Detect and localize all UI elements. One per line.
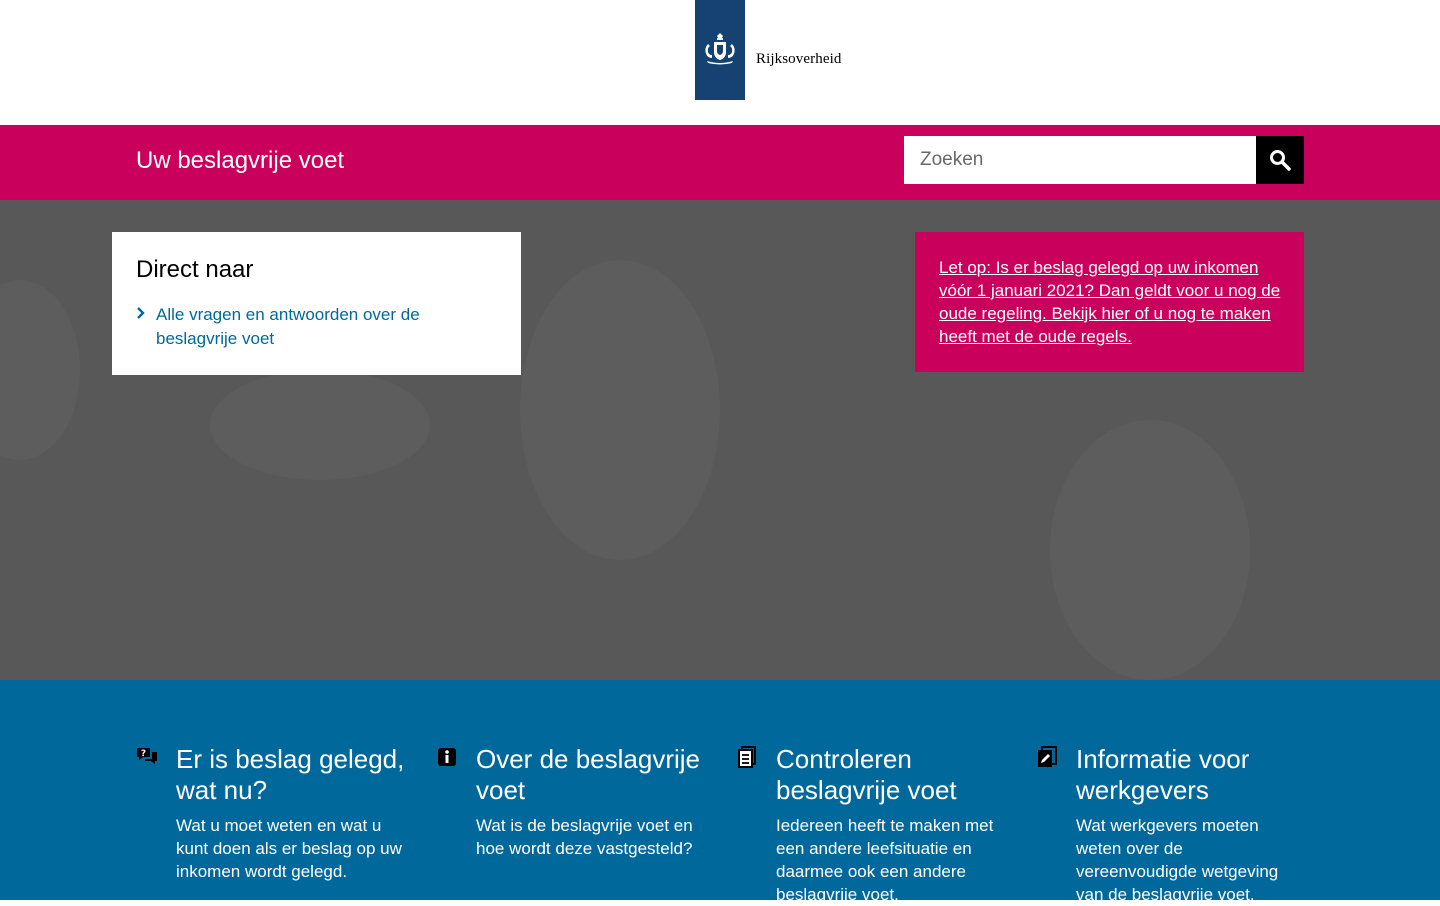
svg-text:?: ? — [141, 749, 146, 759]
search-form — [904, 136, 1304, 184]
hero-texture — [210, 370, 430, 480]
chat-question-icon: ? — [136, 746, 158, 768]
old-rules-notice-link[interactable]: Let op: Is er beslag gelegd op uw inkome… — [939, 258, 1280, 346]
topic-description: Iedereen heeft te maken met een andere l… — [776, 816, 994, 904]
hero-texture — [0, 280, 80, 460]
site-header: Uw beslagvrije voet — [0, 125, 1440, 200]
chevron-right-icon — [136, 303, 156, 325]
hero-texture — [520, 260, 720, 560]
search-icon — [1270, 150, 1291, 171]
edit-document-icon — [1036, 746, 1058, 768]
topic-title[interactable]: Over de beslagvrije voet — [476, 744, 716, 806]
topic-title[interactable]: Er is beslag gelegd, wat nu? — [176, 744, 416, 806]
topic-title[interactable]: Controleren beslagvrije voet — [776, 744, 1016, 806]
topic-title[interactable]: Informatie voor werkgevers — [1076, 744, 1316, 806]
notice-panel: Let op: Is er beslag gelegd op uw inkome… — [915, 232, 1304, 372]
document-icon — [736, 746, 758, 768]
brand-bar: Rijksoverheid — [0, 0, 1440, 125]
rijksoverheid-logo[interactable] — [695, 0, 745, 100]
site-title[interactable]: Uw beslagvrije voet — [136, 147, 344, 175]
coat-of-arms-icon — [705, 33, 735, 65]
direct-link-faq[interactable]: Alle vragen en antwoorden over de beslag… — [156, 303, 446, 351]
topics-section: ? Er is beslag gelegd, wat nu? Wat u moe… — [0, 680, 1440, 904]
hero-image: Direct naar Alle vragen en antwoorden ov… — [0, 200, 1440, 680]
topic-description: Wat werkgevers moeten weten over de vere… — [1076, 816, 1279, 904]
direct-link-item: Alle vragen en antwoorden over de beslag… — [136, 303, 497, 351]
direct-naar-panel: Direct naar Alle vragen en antwoorden ov… — [112, 232, 521, 375]
logo-wordmark: Rijksoverheid — [756, 51, 842, 67]
info-icon — [436, 746, 458, 768]
topic-description: Wat is de beslagvrije voet en hoe wordt … — [476, 816, 693, 858]
hero-texture — [1050, 420, 1250, 680]
topic-description: Wat u moet weten en wat u kunt doen als … — [176, 816, 402, 881]
search-button[interactable] — [1256, 136, 1304, 184]
direct-naar-heading: Direct naar — [136, 256, 254, 283]
search-input[interactable] — [904, 136, 1256, 184]
